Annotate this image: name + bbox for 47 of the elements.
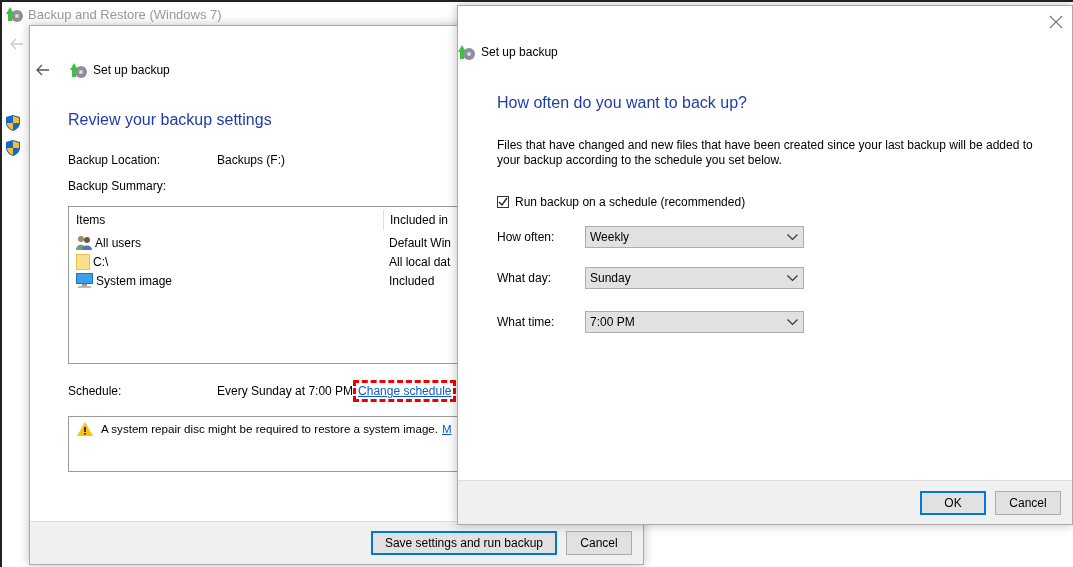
- table-cell: System image: [96, 273, 173, 288]
- table-cell: All users: [95, 235, 141, 250]
- folder-icon: [76, 253, 90, 270]
- field-label: What time:: [497, 315, 556, 329]
- warning-icon: [77, 422, 93, 436]
- table-cell: All local dat: [389, 254, 451, 269]
- page-heading: Review your backup settings: [68, 111, 273, 129]
- description-text: Files that have changed and new files that have been created since your last backup will be added to your backup according to the schedule you set below.: [497, 138, 1034, 168]
- chevron-down-icon: [787, 318, 798, 326]
- dialog-button[interactable]: Cancel: [995, 490, 1061, 515]
- dropdown[interactable]: Weekly: [585, 226, 804, 248]
- save-button[interactable]: Save settings and run backup: [370, 531, 557, 555]
- table-cell: Included: [389, 273, 435, 288]
- field-label: Backup Location:: [68, 153, 162, 167]
- field-value: Backups (F:): [217, 153, 285, 167]
- checkbox[interactable]: [497, 196, 509, 208]
- window-title: Backup and Restore (Windows 7): [28, 6, 222, 22]
- chevron-down-icon: [787, 233, 798, 241]
- warning-text: A system repair disc might be required to restore a system image.: [101, 422, 438, 435]
- field-label: What day:: [497, 271, 553, 285]
- back-arrow-icon[interactable]: [36, 64, 50, 76]
- column-header: Included in: [390, 213, 449, 227]
- backup-app-icon: [6, 5, 24, 23]
- column-header: Items: [76, 213, 106, 227]
- dialog-title: Set up backup: [481, 45, 558, 59]
- field-label: Backup Summary:: [68, 179, 168, 193]
- monitor-icon: [76, 273, 93, 288]
- field-value: Every Sunday at 7:00 PM: [217, 384, 354, 398]
- page-heading: How often do you want to back up?: [497, 94, 748, 112]
- field-label: How often:: [497, 230, 556, 244]
- table-cell: Default Win: [389, 235, 452, 250]
- table-cell: C:\: [93, 254, 109, 269]
- chevron-down-icon: [787, 274, 798, 282]
- close-icon[interactable]: [1048, 14, 1064, 30]
- checkbox-label: Run backup on a schedule (recommended): [515, 195, 746, 209]
- backup-icon: [70, 61, 88, 79]
- users-icon: [76, 235, 92, 250]
- dialog-title: Set up backup: [93, 63, 170, 77]
- dialog-button[interactable]: Cancel: [566, 531, 632, 555]
- shield-icon: [6, 115, 20, 131]
- field-label: Schedule:: [68, 384, 123, 398]
- dialog-button[interactable]: OK: [920, 490, 986, 515]
- backup-icon: [458, 43, 476, 61]
- shield-icon: [6, 140, 20, 156]
- more-link[interactable]: M: [442, 422, 452, 435]
- dropdown[interactable]: 7:00 PM: [585, 311, 804, 333]
- dropdown[interactable]: Sunday: [585, 267, 804, 289]
